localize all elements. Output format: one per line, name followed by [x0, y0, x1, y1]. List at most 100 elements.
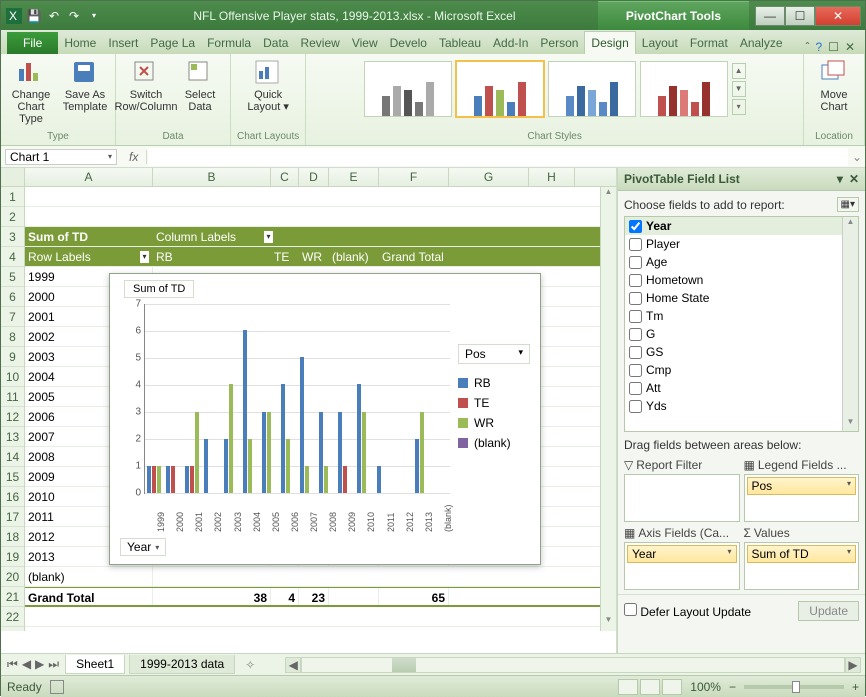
view-page-layout-button[interactable] — [640, 679, 660, 695]
tab-data[interactable]: Data — [257, 32, 294, 54]
legend-item-WR[interactable]: WR — [458, 416, 530, 430]
change-chart-type-button[interactable]: Change Chart Type — [7, 57, 55, 127]
field-Tm[interactable]: Tm — [625, 307, 858, 325]
tab-developer[interactable]: Develo — [384, 32, 433, 54]
col-C[interactable]: C — [271, 168, 299, 186]
minimize-button[interactable]: — — [755, 6, 785, 26]
defer-checkbox[interactable]: Defer Layout Update — [624, 603, 751, 619]
row-3[interactable]: 3 — [1, 227, 24, 247]
row-17[interactable]: 17 — [1, 507, 24, 527]
field-Age[interactable]: Age — [625, 253, 858, 271]
tab-review[interactable]: Review — [294, 32, 345, 54]
styles-more-icon[interactable]: ▾ — [732, 99, 746, 115]
row-18[interactable]: 18 — [1, 527, 24, 547]
cells[interactable]: Sum of TD Column Labels ▾ Row Labels ▾ R… — [25, 187, 616, 631]
save-as-template-button[interactable]: Save As Template — [61, 57, 109, 127]
field-pane-close-icon[interactable]: ✕ — [849, 172, 859, 186]
horizontal-scrollbar[interactable]: ◀ ▶ — [285, 657, 861, 673]
col-F[interactable]: F — [379, 168, 449, 186]
select-data-button[interactable]: Select Data — [176, 57, 224, 115]
drop-values[interactable]: ΣValues Sum of TD▾ — [744, 526, 860, 590]
chart-plot-area[interactable]: 01234567 — [144, 304, 450, 494]
redo-icon[interactable]: ↷ — [65, 7, 83, 25]
style-thumb-1[interactable] — [364, 61, 452, 117]
tab-insert[interactable]: Insert — [102, 32, 144, 54]
quick-layout-button[interactable]: Quick Layout ▾ — [244, 57, 292, 115]
sheet-tab-active[interactable]: Sheet1 — [65, 655, 125, 674]
legend-item-RB[interactable]: RB — [458, 376, 530, 390]
zoom-label[interactable]: 100% — [690, 680, 721, 694]
move-chart-button[interactable]: Move Chart — [810, 57, 858, 115]
row-8[interactable]: 8 — [1, 327, 24, 347]
drop-report-filter[interactable]: ▽Report Filter — [624, 458, 740, 522]
values-field-item[interactable]: Sum of TD▾ — [747, 545, 857, 563]
col-H[interactable]: H — [529, 168, 575, 186]
row-9[interactable]: 9 — [1, 347, 24, 367]
tab-format[interactable]: Format — [684, 32, 734, 54]
row-1[interactable]: 1 — [1, 187, 24, 207]
restore-window-icon[interactable]: ☐ — [828, 40, 839, 54]
legend-field-item[interactable]: Pos▾ — [747, 477, 857, 495]
expand-formula-bar-icon[interactable]: ⌄ — [849, 150, 865, 164]
drop-axis-fields[interactable]: ▦Axis Fields (Ca... Year▾ — [624, 526, 740, 590]
field-Player[interactable]: Player — [625, 235, 858, 253]
macro-record-icon[interactable] — [50, 680, 64, 694]
update-button[interactable]: Update — [798, 601, 859, 621]
tab-design[interactable]: Design — [584, 31, 635, 54]
zoom-slider[interactable] — [744, 685, 844, 689]
styles-scroll-down-icon[interactable]: ▼ — [732, 81, 746, 97]
close-workbook-icon[interactable]: ✕ — [845, 40, 855, 54]
row-22[interactable]: 22 — [1, 607, 24, 627]
tab-home[interactable]: Home — [58, 32, 102, 54]
field-Hometown[interactable]: Hometown — [625, 271, 858, 289]
col-E[interactable]: E — [329, 168, 379, 186]
tab-tableau[interactable]: Tableau — [433, 32, 487, 54]
file-tab[interactable]: File — [7, 32, 58, 54]
new-sheet-icon[interactable]: ✧ — [239, 656, 261, 674]
view-normal-button[interactable] — [618, 679, 638, 695]
row-10[interactable]: 10 — [1, 367, 24, 387]
axis-field-item[interactable]: Year▾ — [627, 545, 737, 563]
field-Yds[interactable]: Yds — [625, 397, 858, 415]
legend-item-TE[interactable]: TE — [458, 396, 530, 410]
select-all-corner[interactable] — [1, 168, 25, 186]
field-Home State[interactable]: Home State — [625, 289, 858, 307]
zoom-in-button[interactable]: + — [852, 680, 859, 694]
embedded-chart[interactable]: Sum of TD 01234567 199920002001200220032… — [109, 273, 541, 565]
tab-layout[interactable]: Layout — [636, 32, 684, 54]
field-Year[interactable]: Year — [625, 217, 858, 235]
chart-title[interactable]: Sum of TD — [124, 280, 194, 298]
tab-addins[interactable]: Add-In — [487, 32, 534, 54]
sheet-nav-arrows[interactable]: ⏮◀▶⏭ — [5, 657, 61, 672]
view-page-break-button[interactable] — [662, 679, 682, 695]
col-A[interactable]: A — [25, 168, 153, 186]
zoom-out-button[interactable]: − — [729, 680, 736, 694]
undo-icon[interactable]: ↶ — [45, 7, 63, 25]
qat-dropdown-icon[interactable]: ▾ — [85, 7, 103, 25]
field-Cmp[interactable]: Cmp — [625, 361, 858, 379]
row-4[interactable]: 4 — [1, 247, 24, 267]
row-5[interactable]: 5 — [1, 267, 24, 287]
row-11[interactable]: 11 — [1, 387, 24, 407]
field-list[interactable]: YearPlayerAgeHometownHome StateTmGGSCmpA… — [624, 216, 859, 432]
row-6[interactable]: 6 — [1, 287, 24, 307]
row-21[interactable]: 21 — [1, 587, 24, 607]
row-20[interactable]: 20 — [1, 567, 24, 587]
field-layout-icon[interactable]: ▦▾ — [837, 197, 859, 212]
tab-page-layout[interactable]: Page La — [144, 32, 201, 54]
name-box[interactable]: Chart 1▾ — [5, 149, 117, 165]
row-2[interactable]: 2 — [1, 207, 24, 227]
legend-item-(blank)[interactable]: (blank) — [458, 436, 530, 450]
col-D[interactable]: D — [299, 168, 329, 186]
drop-legend-fields[interactable]: ▦Legend Fields ... Pos▾ — [744, 458, 860, 522]
field-GS[interactable]: GS — [625, 343, 858, 361]
minimize-ribbon-icon[interactable]: ˆ — [805, 40, 809, 54]
style-thumb-3[interactable] — [548, 61, 636, 117]
chart-legend[interactable]: Pos▾ RBTEWR(blank) — [458, 344, 530, 456]
sheet-tab-1999-2013[interactable]: 1999-2013 data — [129, 655, 235, 674]
field-Att[interactable]: Att — [625, 379, 858, 397]
tab-analyze[interactable]: Analyze — [734, 32, 789, 54]
row-16[interactable]: 16 — [1, 487, 24, 507]
chart-year-filter[interactable]: Year▾ — [120, 538, 166, 556]
row-filter-icon[interactable]: ▾ — [140, 251, 149, 263]
